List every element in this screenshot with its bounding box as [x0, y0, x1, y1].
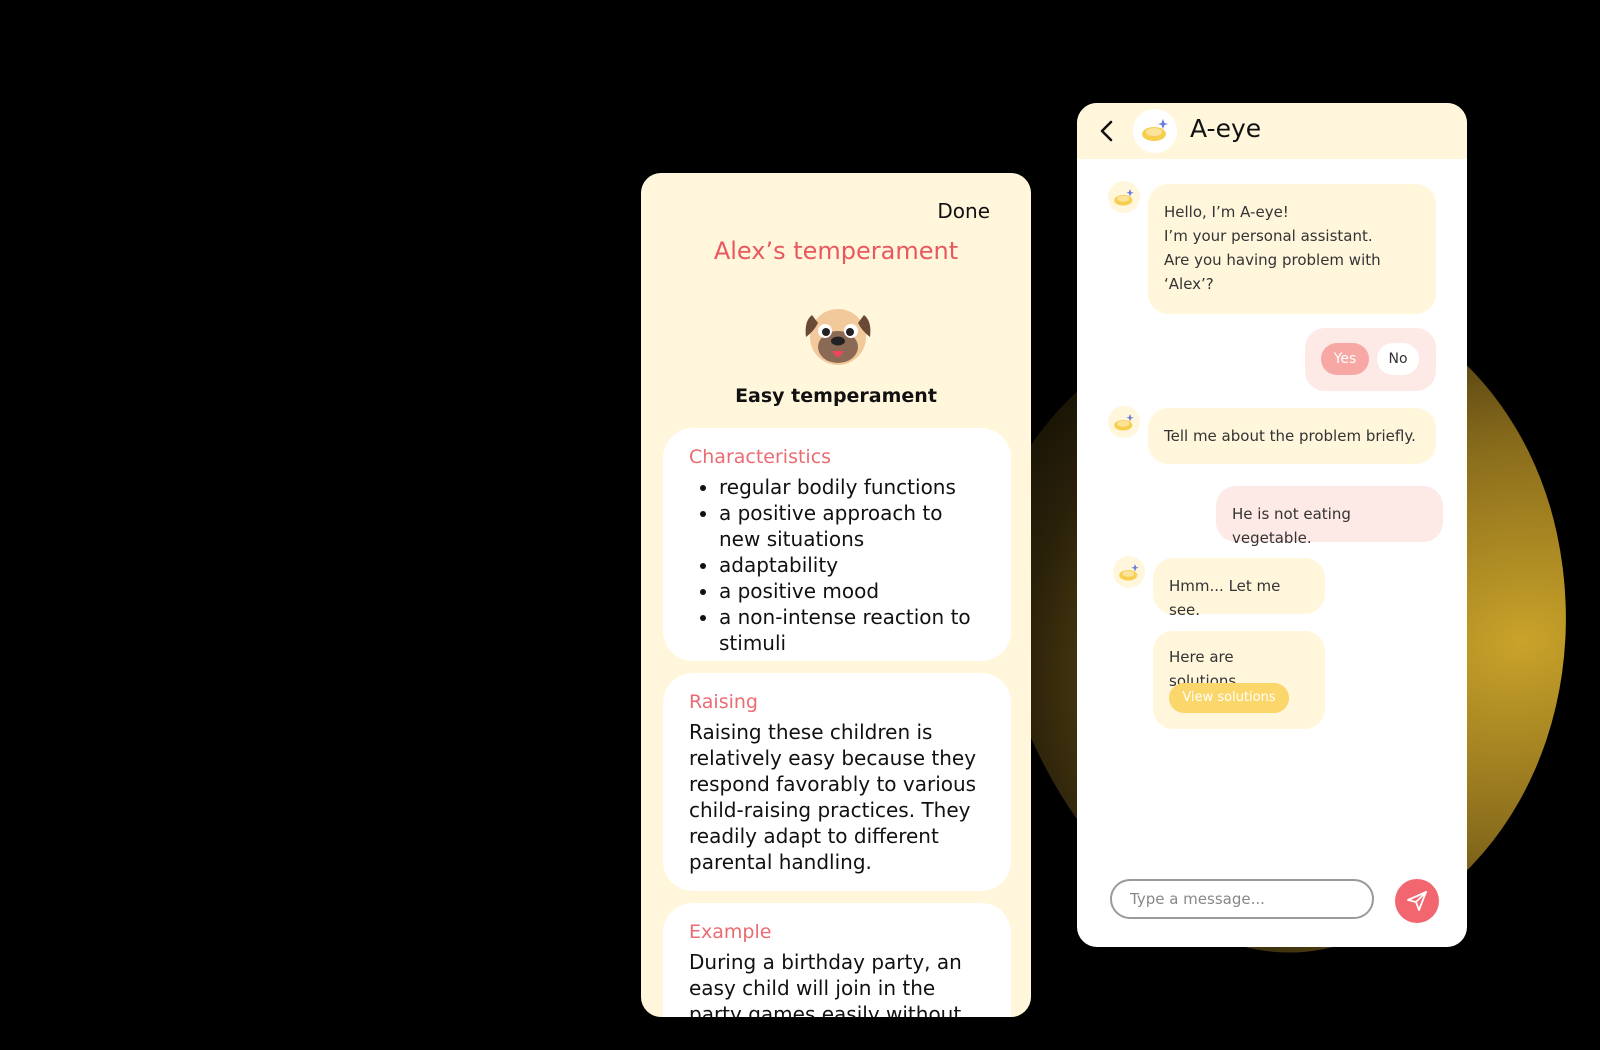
no-button[interactable]: No: [1377, 343, 1419, 375]
bot-message: Hmm... Let me see.: [1153, 558, 1325, 619]
example-card: Example During a birthday party, an easy…: [663, 903, 1011, 1017]
message-line: Are you having problem with: [1164, 251, 1381, 269]
bot-avatar: [1108, 181, 1140, 213]
pug-face-icon: [805, 309, 871, 365]
chat-header: A-eye: [1077, 103, 1467, 159]
assistant-logo-icon: [1114, 189, 1134, 206]
assistant-avatar: [1133, 109, 1177, 153]
characteristics-card: Characteristics regular bodily functions…: [663, 428, 1011, 661]
view-solutions-button[interactable]: View solutions: [1169, 683, 1289, 713]
message-line: Hello, I’m A-eye!: [1164, 203, 1289, 221]
chat-screen: A-eye Hello, I’m A-eye! I’m your persona…: [1077, 103, 1467, 947]
assistant-logo-icon: [1142, 119, 1168, 141]
assistant-logo-icon: [1114, 414, 1134, 431]
bot-avatar: [1108, 406, 1140, 438]
characteristics-list: regular bodily functions a positive appr…: [689, 474, 985, 656]
characteristics-heading: Characteristics: [689, 446, 832, 468]
message-line: I’m your personal assistant.: [1164, 227, 1373, 245]
list-item: regular bodily functions: [719, 474, 985, 500]
example-text: During a birthday party, an easy child w…: [689, 950, 962, 1017]
bot-message: Here are solutions. View solutions: [1153, 631, 1325, 729]
raising-card: Raising Raising these children is relati…: [663, 673, 1011, 891]
list-item: a positive mood: [719, 578, 985, 604]
temperament-screen: Done Alex’s temperament Easy temperament…: [641, 173, 1031, 1017]
list-item: a positive approach to new situations: [719, 500, 985, 552]
user-message: He is not eating vegetable.: [1216, 486, 1443, 547]
message-input[interactable]: [1110, 879, 1374, 919]
message-line: ‘Alex’?: [1164, 275, 1214, 293]
done-button[interactable]: Done: [937, 199, 990, 223]
list-item: a non-intense reaction to stimuli: [719, 604, 985, 656]
bot-avatar: [1113, 556, 1145, 588]
assistant-logo-icon: [1119, 564, 1139, 581]
bot-message: Tell me about the problem briefly.: [1148, 408, 1436, 464]
page-title: Alex’s temperament: [713, 237, 959, 265]
send-button[interactable]: [1395, 879, 1439, 923]
list-item: adaptability: [719, 552, 985, 578]
raising-heading: Raising: [689, 691, 758, 713]
quick-reply-group: Yes No: [1305, 328, 1436, 391]
example-heading: Example: [689, 921, 772, 943]
chat-title: A-eye: [1190, 114, 1262, 143]
temperament-name: Easy temperament: [735, 385, 937, 407]
yes-button[interactable]: Yes: [1321, 343, 1369, 375]
bot-message: Hello, I’m A-eye! I’m your personal assi…: [1148, 184, 1436, 314]
send-icon: [1407, 891, 1427, 911]
raising-text: Raising these children is relatively eas…: [689, 720, 977, 874]
back-arrow-icon[interactable]: [1097, 120, 1117, 142]
